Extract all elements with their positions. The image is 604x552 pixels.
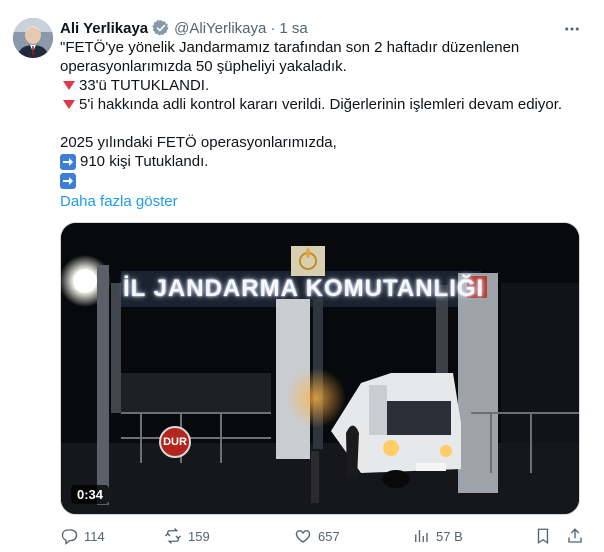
tweet-header: Ali Yerlikaya @AliYerlikaya · 1 sa [60,18,308,38]
arrow-line [60,171,580,190]
author-name[interactable]: Ali Yerlikaya [60,20,148,37]
arrow-line: 910 kişi Tutuklandı. [60,152,580,171]
like-button[interactable]: 657 [294,524,340,548]
show-more-link[interactable]: Daha fazla göster [60,192,580,211]
text-line: "FETÖ'ye yönelik Jandarmamız tarafından … [60,39,520,56]
views-chart-icon [415,530,428,542]
action-bar: 114 159 657 57 B [60,524,590,548]
reply-icon [61,529,78,545]
right-arrow-icon [60,154,76,170]
tweet-text: "FETÖ'ye yönelik Jandarmamız tarafından … [60,38,580,211]
heart-icon [295,530,311,543]
bullet-line: 5'i hakkında adli kontrol kararı verildi… [60,95,580,114]
views-count: 57 B [436,528,463,544]
bookmark-icon [537,528,549,545]
like-count: 657 [318,528,340,544]
stop-sign: DUR [159,426,191,458]
arrow-text: 910 kişi Tutuklandı. [80,153,209,170]
gate-sign-text: İL JANDARMA KOMUTANLIĞI [123,275,485,302]
repost-icon [165,528,181,544]
bookmark-button[interactable] [534,524,558,548]
reply-count: 114 [84,528,105,544]
text-line: 2025 yılındaki FETÖ operasyonlarımızda, [60,134,337,151]
repost-count: 159 [188,528,210,544]
bullet-text: 5'i hakkında adli kontrol kararı verildi… [79,96,563,113]
video-player[interactable]: İL JANDARMA KOMUTANLIĞI DUR 0:34 [60,222,580,515]
avatar[interactable] [13,18,53,58]
author-handle[interactable]: @AliYerlikaya [174,20,266,37]
bullet-text: 33'ü TUTUKLANDI. [79,77,210,94]
red-triangle-icon [63,81,75,91]
reply-button[interactable]: 114 [60,524,105,548]
text-line: operasyonlarımızda 50 şüpheliyi yakaladı… [60,58,347,75]
red-triangle-icon [63,100,75,110]
tweet-card[interactable]: Ali Yerlikaya @AliYerlikaya · 1 sa "FETÖ… [0,0,604,552]
views-button[interactable]: 57 B [412,524,463,548]
post-time[interactable]: 1 sa [279,20,307,37]
bullet-line: 33'ü TUTUKLANDI. [60,76,580,95]
right-arrow-icon [60,173,76,189]
video-duration: 0:34 [71,485,110,504]
verified-badge-icon [152,19,170,37]
share-icon [568,528,582,543]
share-button[interactable] [566,524,590,548]
separator-dot: · [270,19,276,37]
repost-button[interactable]: 159 [164,524,210,548]
video-frame [61,223,579,514]
more-options-icon[interactable] [562,19,582,39]
